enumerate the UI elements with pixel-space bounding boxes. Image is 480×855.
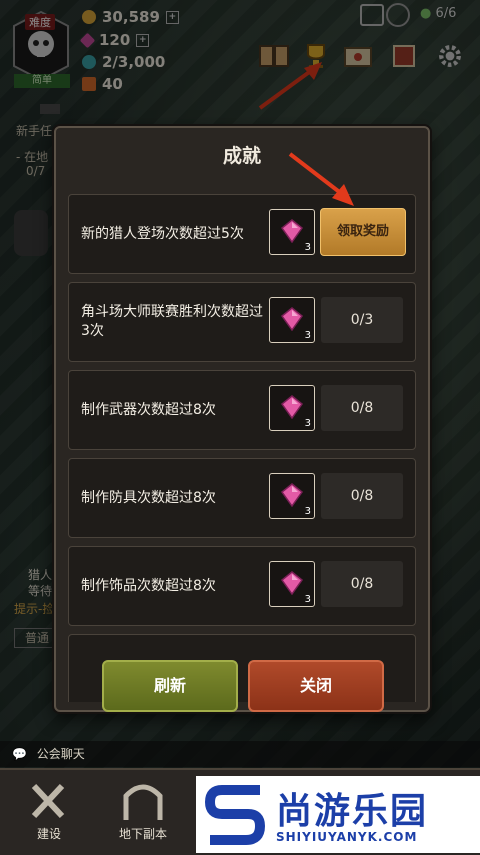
refresh-button[interactable]: 刷新	[102, 660, 238, 712]
achievement-text: 制作饰品次数超过8次	[81, 577, 216, 594]
list-item: 制作武器次数超过8次 3 0/8	[68, 370, 416, 450]
achievement-text: 新的猎人登场次数超过5次	[81, 225, 244, 242]
dungeon-label: 地下副本	[118, 827, 167, 841]
build-button[interactable]: 建设	[4, 778, 94, 850]
reward-slot[interactable]: 3	[269, 473, 315, 519]
dialog-title: 成就	[222, 145, 261, 167]
gem-icon	[280, 571, 304, 595]
chat-bubble-icon: 💬	[12, 747, 27, 761]
dungeon-button[interactable]: 地下副本	[98, 778, 188, 850]
guild-chat-bar[interactable]: 💬 公会聊天	[0, 741, 480, 767]
reward-slot[interactable]: 3	[269, 297, 315, 343]
reward-count: 3	[304, 594, 311, 605]
reward-count: 3	[304, 330, 311, 341]
progress-value: 0/8	[321, 561, 403, 607]
gem-icon	[280, 395, 304, 419]
watermark-s-icon	[204, 785, 266, 845]
watermark-url: SHIYIUYANYK.COM	[276, 830, 418, 844]
watermark-title: 尚游乐园	[276, 791, 429, 832]
reward-slot[interactable]: 3	[269, 385, 315, 431]
reward-slot[interactable]: 3	[269, 209, 315, 255]
progress-value: 0/8	[321, 385, 403, 431]
watermark-logo: 尚游乐园 SHIYIUYANYK.COM	[196, 776, 480, 853]
gem-icon	[280, 483, 304, 507]
achievement-text: 制作武器次数超过8次	[81, 401, 216, 418]
gate-icon	[123, 784, 163, 820]
hint-arrow-claim	[288, 152, 354, 206]
gem-icon	[280, 219, 304, 243]
achievement-list[interactable]: 新的猎人登场次数超过5次 3 领取奖励 角斗场大师联赛胜利次数超过3次 3 0/…	[68, 194, 416, 702]
guild-chat-label: 公会聊天	[36, 747, 85, 761]
close-button[interactable]: 关闭	[248, 660, 384, 712]
list-item: 制作防具次数超过8次 3 0/8	[68, 458, 416, 538]
reward-slot[interactable]: 3	[269, 561, 315, 607]
reward-count: 3	[304, 242, 311, 253]
build-label: 建设	[36, 827, 61, 841]
list-item: 角斗场大师联赛胜利次数超过3次 3 0/3	[68, 282, 416, 362]
progress-value: 0/8	[321, 473, 403, 519]
hammer-icon	[31, 783, 65, 819]
progress-value: 0/3	[321, 297, 403, 343]
achievement-text: 角斗场大师联赛胜利次数超过3次	[81, 304, 263, 339]
achievement-text: 制作防具次数超过8次	[81, 489, 216, 506]
reward-count: 3	[304, 506, 311, 517]
achievement-dialog: 成就 新的猎人登场次数超过5次 3 领取奖励 角斗场大师联赛胜利次数超过3次 3…	[54, 126, 430, 712]
gem-icon	[280, 307, 304, 331]
claim-reward-button[interactable]: 领取奖励	[320, 208, 406, 256]
reward-count: 3	[304, 418, 311, 429]
list-item: 制作饰品次数超过8次 3 0/8	[68, 546, 416, 626]
